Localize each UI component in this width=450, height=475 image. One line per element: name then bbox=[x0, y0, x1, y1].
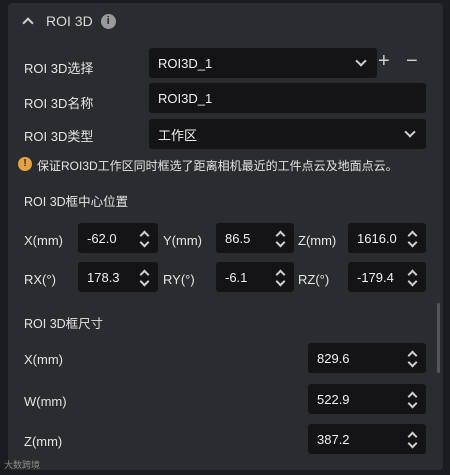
center-z-value: 1616.0 bbox=[357, 230, 397, 246]
roi-select-dropdown[interactable]: ROI3D_1 bbox=[149, 48, 377, 78]
center-y-input[interactable]: 86.5 bbox=[216, 223, 294, 253]
center-z-label: Z(mm) bbox=[298, 233, 337, 248]
center-rz-value: -179.4 bbox=[357, 269, 394, 285]
chevron-down-icon bbox=[404, 126, 416, 138]
size-x-input[interactable]: 829.6 bbox=[308, 343, 426, 373]
stepper-down-icon[interactable] bbox=[139, 237, 150, 248]
stepper-down-icon[interactable] bbox=[275, 237, 286, 248]
center-x-label: X(mm) bbox=[24, 233, 63, 248]
size-w-label: W(mm) bbox=[24, 394, 67, 409]
stepper-down-icon[interactable] bbox=[275, 276, 286, 287]
stepper-down-icon[interactable] bbox=[407, 237, 418, 248]
remove-roi-button[interactable]: − bbox=[406, 51, 418, 71]
size-w-input[interactable]: 522.9 bbox=[308, 384, 426, 414]
stepper-down-icon[interactable] bbox=[407, 438, 418, 449]
center-y-label: Y(mm) bbox=[163, 233, 202, 248]
center-rz-label: RZ(°) bbox=[298, 272, 330, 287]
stepper-down-icon[interactable] bbox=[407, 398, 418, 409]
roi-name-label: ROI 3D名称 bbox=[24, 96, 94, 111]
chevron-down-icon bbox=[355, 55, 367, 67]
size-x-value: 829.6 bbox=[317, 350, 350, 366]
stepper-down-icon[interactable] bbox=[407, 276, 418, 287]
warning-icon: ! bbox=[18, 157, 32, 171]
size-x-label: X(mm) bbox=[24, 352, 63, 367]
center-z-input[interactable]: 1616.0 bbox=[348, 223, 426, 253]
roi-type-label: ROI 3D类型 bbox=[24, 129, 94, 144]
chevron-up-icon[interactable] bbox=[22, 17, 34, 29]
center-rx-label: RX(°) bbox=[24, 272, 56, 287]
watermark: 大数跨境 bbox=[4, 460, 41, 470]
roi-type-dropdown[interactable]: 工作区 bbox=[149, 119, 426, 149]
center-x-input[interactable]: -62.0 bbox=[78, 223, 158, 253]
scrollbar-thumb[interactable] bbox=[437, 303, 440, 373]
info-icon[interactable]: i bbox=[100, 13, 116, 29]
center-rz-input[interactable]: -179.4 bbox=[348, 262, 426, 292]
add-roi-button[interactable]: + bbox=[378, 51, 390, 71]
center-rx-input[interactable]: 178.3 bbox=[78, 262, 158, 292]
panel-header[interactable]: ROI 3D i bbox=[8, 3, 443, 39]
roi3d-panel: ROI 3D i ROI 3D选择 ROI3D_1 + − ROI 3D名称 R… bbox=[8, 3, 443, 470]
center-y-value: 86.5 bbox=[225, 230, 251, 246]
center-x-value: -62.0 bbox=[87, 230, 117, 246]
stepper-down-icon[interactable] bbox=[139, 276, 150, 287]
size-w-value: 522.9 bbox=[317, 391, 350, 407]
size-z-label: Z(mm) bbox=[24, 434, 63, 449]
roi-select-value: ROI3D_1 bbox=[158, 55, 213, 71]
roi-name-value: ROI3D_1 bbox=[158, 90, 213, 106]
size-z-input[interactable]: 387.2 bbox=[308, 424, 426, 454]
roi-select-label: ROI 3D选择 bbox=[24, 61, 94, 76]
center-ry-value: -6.1 bbox=[225, 269, 248, 285]
center-rx-value: 178.3 bbox=[87, 269, 120, 285]
panel-title: ROI 3D bbox=[46, 13, 93, 29]
size-section-title: ROI 3D框尺寸 bbox=[24, 317, 104, 331]
center-section-title: ROI 3D框中心位置 bbox=[24, 195, 129, 209]
roi-type-value: 工作区 bbox=[158, 127, 198, 143]
center-ry-label: RY(°) bbox=[163, 272, 195, 287]
size-z-value: 387.2 bbox=[317, 431, 350, 447]
center-ry-input[interactable]: -6.1 bbox=[216, 262, 294, 292]
warning-text: 保证ROI3D工作区同时框选了距离相机最近的工件点云及地面点云。 bbox=[37, 159, 398, 173]
stepper-down-icon[interactable] bbox=[407, 357, 418, 368]
roi-name-input[interactable]: ROI3D_1 bbox=[149, 83, 426, 113]
